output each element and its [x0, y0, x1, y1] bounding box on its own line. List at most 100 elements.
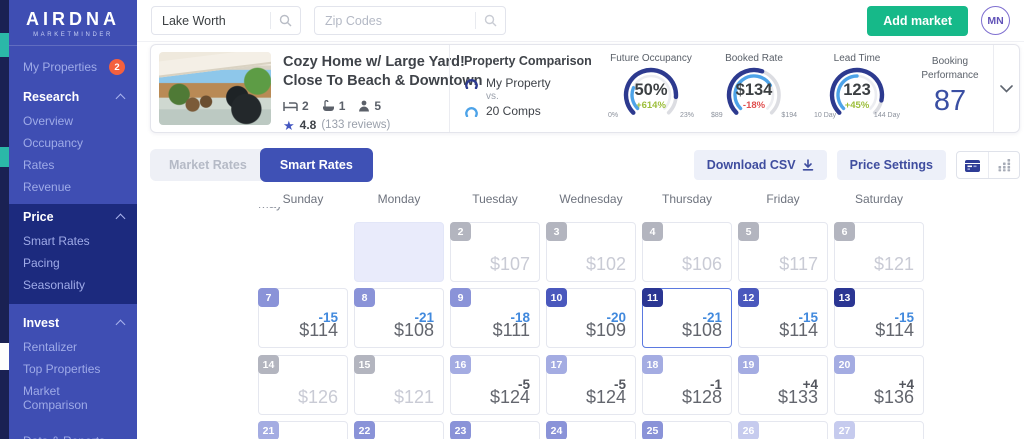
sidebar-item-smart-rates[interactable]: Smart Rates	[9, 230, 137, 252]
cell-price: $136	[873, 387, 914, 407]
calendar-cell-16[interactable]: 16 -5 $124	[450, 355, 540, 415]
chevron-up-icon	[115, 319, 126, 330]
calendar-cell-10[interactable]: 10 -20 $109	[546, 288, 636, 348]
gauge-dial: 50% +614% 0% 23%	[607, 64, 695, 120]
date-badge: 17	[546, 355, 567, 374]
tab-smart-rates[interactable]: Smart Rates	[259, 148, 373, 182]
logo-subtitle: MARKETMINDER	[33, 32, 113, 38]
day-header-sunday: Sunday	[282, 192, 324, 206]
calendar-cell-3[interactable]: 3 $102	[546, 222, 636, 282]
legend-comps: 20 Comps	[464, 104, 595, 118]
cell-price: $128	[681, 387, 722, 407]
calendar-cell-12[interactable]: 12 -15 $114	[738, 288, 828, 348]
sidebar-item-label: Data & Reports	[23, 434, 105, 439]
day-header-tuesday: Tuesday	[472, 192, 518, 206]
sidebar-item-rates[interactable]: Rates	[9, 154, 137, 176]
market-search[interactable]	[151, 6, 301, 35]
sidebar-section-research[interactable]: Research	[9, 84, 137, 110]
calendar-cell-24[interactable]: 24	[546, 421, 636, 439]
date-badge: 16	[450, 355, 471, 374]
sidebar-item-revenue[interactable]: Revenue	[9, 176, 137, 198]
sidebar-item-pacing[interactable]: Pacing	[9, 252, 137, 274]
gauge-change: -18%	[742, 100, 766, 111]
calendar-cell-2[interactable]: 2 $107	[450, 222, 540, 282]
sidebar-item-occupancy[interactable]: Occupancy	[9, 132, 137, 154]
calendar-cell-18[interactable]: 18 -1 $128	[642, 355, 732, 415]
property-photo[interactable]	[159, 52, 271, 125]
calendar-cell-13[interactable]: 13 -15 $114	[834, 288, 924, 348]
sidebar-item-data-reports[interactable]: Data & Reports	[9, 430, 137, 439]
calendar-cell-17[interactable]: 17 -5 $124	[546, 355, 636, 415]
calendar-cell-11[interactable]: 11 -21 $108	[642, 288, 732, 348]
sidebar-item-top-properties[interactable]: Top Properties	[9, 358, 137, 380]
sidebar-section-invest[interactable]: Invest	[9, 310, 137, 336]
date-badge: 26	[738, 421, 759, 439]
calendar-cell-15[interactable]: 15 $121	[354, 355, 444, 415]
calendar-cell-6[interactable]: 6 $121	[834, 222, 924, 282]
calendar-cell-14[interactable]: 14 $126	[258, 355, 348, 415]
calendar-cell-27[interactable]: 27	[834, 421, 924, 439]
chart-view-button[interactable]	[988, 152, 1019, 178]
reviews-count: (133 reviews)	[321, 119, 391, 132]
rating-row: ★ 4.8 (133 reviews)	[283, 118, 439, 132]
tab-market-rates[interactable]: Market Rates	[150, 149, 266, 181]
search-icon[interactable]	[475, 12, 505, 29]
date-badge: 25	[642, 421, 663, 439]
market-search-input[interactable]	[152, 13, 270, 28]
gauge-max-label: 144 Day	[873, 112, 900, 119]
sidebar-item-label: Occupancy	[23, 136, 84, 150]
legend-vs: vs.	[486, 91, 499, 102]
sidebar-section-label: Price	[23, 210, 54, 224]
calendar-cell-9[interactable]: 9 -18 $111	[450, 288, 540, 348]
sidebar: AIRDNA MARKETMINDER My Properties 2 Resear…	[9, 0, 137, 439]
calendar-cell-23[interactable]: 23	[450, 421, 540, 439]
add-market-button[interactable]: Add market	[867, 5, 968, 36]
calendar-cell-19[interactable]: 19 +4 $133	[738, 355, 828, 415]
zip-search[interactable]	[314, 6, 506, 35]
cell-price: $124	[585, 387, 626, 407]
property-info: Cozy Home w/ Large Yard! Close To Beach …	[271, 45, 483, 132]
zip-search-input[interactable]	[315, 13, 475, 28]
search-icon[interactable]	[270, 12, 300, 29]
download-csv-button[interactable]: Download CSV	[693, 150, 827, 180]
sidebar-item-rentalizer[interactable]: Rentalizer	[9, 336, 137, 358]
sidebar-item-my-properties[interactable]: My Properties 2	[9, 56, 137, 78]
calendar-cell-7[interactable]: 7 -15 $114	[258, 288, 348, 348]
sidebar-item-seasonality[interactable]: Seasonality	[9, 274, 137, 296]
calendar-view-button[interactable]	[957, 152, 988, 178]
calendar-cell-5[interactable]: 5 $117	[738, 222, 828, 282]
card-collapse-button[interactable]	[993, 45, 1019, 132]
calendar-cell-20[interactable]: 20 +4 $136	[834, 355, 924, 415]
chevron-up-icon	[115, 93, 126, 104]
date-badge: 9	[450, 288, 471, 307]
price-settings-button[interactable]: Price Settings	[836, 150, 946, 180]
sidebar-section-price[interactable]: Price	[9, 204, 137, 230]
person-icon	[359, 100, 370, 112]
chevron-up-icon	[115, 213, 126, 224]
cell-price: $106	[681, 254, 722, 274]
calendar-cell-highlighted[interactable]	[354, 222, 444, 282]
calendar-cell-25[interactable]: 25	[642, 421, 732, 439]
beds-amenity: 2	[283, 99, 309, 113]
arc-comps-icon	[465, 106, 478, 117]
gauge-lead-time: Lead Time 123 +45% 10 Day 144 Day	[809, 50, 905, 132]
calendar-cell-8[interactable]: 8 -21 $108	[354, 288, 444, 348]
date-badge: 15	[354, 355, 375, 374]
cell-price: $114	[875, 320, 914, 340]
calendar-cell-22[interactable]: 22	[354, 421, 444, 439]
gauge-max-label: 23%	[679, 112, 694, 119]
gauge-min-label: $89	[711, 112, 723, 119]
calendar-cell-21[interactable]: 21	[258, 421, 348, 439]
bed-icon	[283, 101, 298, 111]
calendar-cell-4[interactable]: 4 $106	[642, 222, 732, 282]
calendar-cell-26[interactable]: 26	[738, 421, 828, 439]
download-icon	[802, 159, 813, 171]
date-badge: 14	[258, 355, 279, 374]
sidebar-item-overview[interactable]: Overview	[9, 110, 137, 132]
day-header-saturday: Saturday	[854, 192, 904, 206]
sidebar-section-label: Invest	[23, 316, 60, 330]
airdna-logo[interactable]: AIRDNA MARKETMINDER	[9, 0, 137, 46]
sidebar-item-market-comparison[interactable]: Market Comparison	[9, 380, 137, 416]
avatar[interactable]: MN	[981, 6, 1010, 35]
app-window: AIRDNA MARKETMINDER My Properties 2 Resear…	[0, 0, 1024, 439]
